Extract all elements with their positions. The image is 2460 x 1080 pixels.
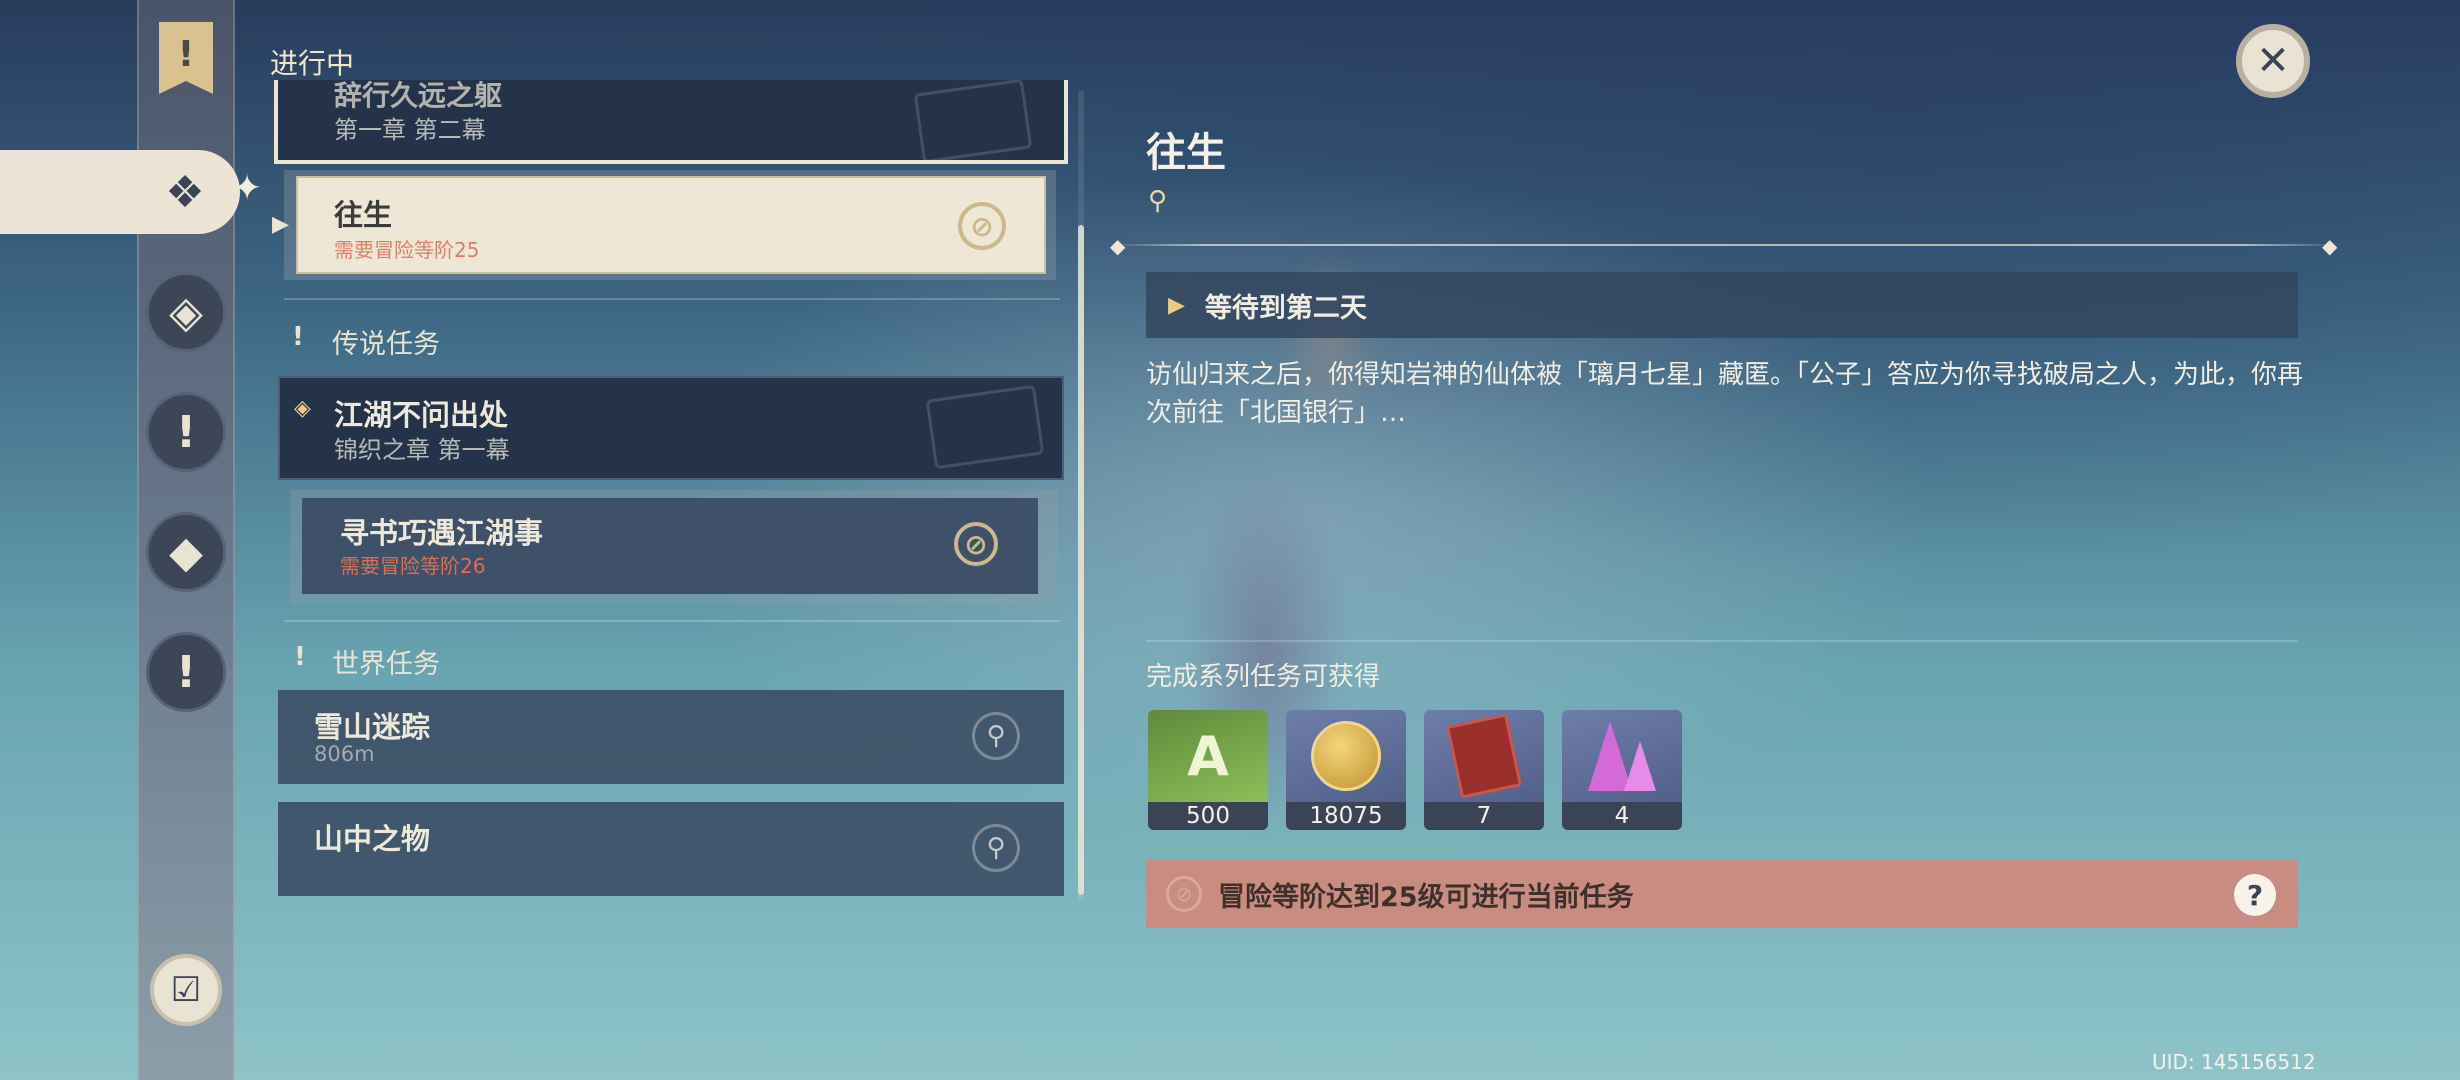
quest-step-title: 往生 xyxy=(334,198,393,232)
reward-item[interactable]: 18075 xyxy=(1286,710,1406,830)
quest-chapter: 锦织之章 第一幕 xyxy=(334,436,510,464)
current-step-bar: ▶ 等待到第二天 xyxy=(1146,272,2298,338)
chapter-emblem-icon xyxy=(913,80,1033,160)
locked-icon: ⊘ xyxy=(954,522,998,566)
reward-count: 500 xyxy=(1148,802,1268,830)
background-glow xyxy=(1250,200,1410,480)
quest-step-title: 寻书巧遇江湖事 xyxy=(340,516,544,550)
quest-description: 访仙归来之后，你得知岩神的仙体被「璃月七星」藏匿。「公子」答应为你寻找破局之人，… xyxy=(1146,360,2304,428)
selected-arrow-icon: ▶ xyxy=(272,212,289,237)
reward-count: 4 xyxy=(1562,802,1682,830)
tracked-quest-icon: ◈ xyxy=(294,396,311,421)
legend-section-icon: ! xyxy=(292,322,304,352)
close-button[interactable]: ✕ xyxy=(2236,24,2310,98)
chapter-emblem-icon xyxy=(925,384,1045,470)
quest-checklist-icon: ☑ xyxy=(170,970,202,1010)
quest-title: 雪山迷踪 xyxy=(314,710,431,744)
current-step-text: 等待到第二天 xyxy=(1204,292,1367,324)
story-quest-icon: ◈ xyxy=(169,286,203,338)
tab-story-quests[interactable]: ◈ xyxy=(146,272,226,352)
legend-quest-icon: ! xyxy=(175,406,197,458)
quest-checklist-button[interactable]: ☑ xyxy=(150,954,222,1026)
quest-card-world-1[interactable]: 雪山迷踪 806m ⚲ xyxy=(278,690,1064,784)
reward-divider xyxy=(1146,640,2298,642)
enhancement-crystal-icon xyxy=(1562,710,1682,802)
adventure-exp-icon: A xyxy=(1148,710,1268,802)
ornament-divider xyxy=(1110,244,2340,246)
ornament-right-icon: ◆ xyxy=(2322,234,2338,258)
ornament-left-icon: ◆ xyxy=(1110,234,1126,258)
tab-legend-quests[interactable]: ! xyxy=(146,392,226,472)
map-pin-icon[interactable]: ⚲ xyxy=(972,712,1020,760)
list-divider xyxy=(284,298,1060,300)
tab-world-quests[interactable]: ◆ xyxy=(146,512,226,592)
quest-card-world-2[interactable]: 山中之物 ⚲ xyxy=(278,802,1064,896)
world-section-icon: ! xyxy=(294,642,306,672)
world-quest-icon: ◆ xyxy=(169,526,203,578)
reward-item[interactable]: 4 xyxy=(1562,710,1682,830)
list-divider xyxy=(284,620,1060,622)
level-requirement-warning: ⊘ 冒险等阶达到25级可进行当前任务 xyxy=(1146,860,2298,928)
tab-commission-quests[interactable]: ! xyxy=(146,632,226,712)
quest-step-wangsheng[interactable]: 往生 需要冒险等阶25 ⊘ xyxy=(296,176,1046,274)
quest-title: 江湖不问出处 xyxy=(334,398,509,432)
quest-chapter: 第一章 第二幕 xyxy=(334,116,486,144)
world-section-header: 世界任务 xyxy=(332,649,440,680)
commission-quest-icon: ! xyxy=(175,646,197,698)
prohibited-icon: ⊘ xyxy=(1166,876,1202,912)
quest-list-scroll-thumb[interactable] xyxy=(1078,225,1084,895)
reward-count: 7 xyxy=(1424,802,1544,830)
quest-title: 山中之物 xyxy=(314,822,431,856)
close-icon: ✕ xyxy=(2256,38,2290,84)
archon-quest-icon: ❖ xyxy=(165,166,205,218)
locked-icon: ⊘ xyxy=(958,202,1006,250)
quest-step-requirement: 需要冒险等阶26 xyxy=(340,554,486,578)
in-progress-header: 进行中 xyxy=(270,47,355,80)
mora-coin-icon xyxy=(1286,710,1406,802)
quest-card-legend[interactable]: ◈ 江湖不问出处 锦织之章 第一幕 xyxy=(278,376,1064,480)
reward-label: 完成系列任务可获得 xyxy=(1146,662,1381,692)
reward-item[interactable]: A 500 xyxy=(1148,710,1268,830)
player-uid: UID: 145156512 xyxy=(2152,1050,2316,1074)
quest-card-archon[interactable]: 辞行久远之躯 第一章 第二幕 xyxy=(274,80,1068,164)
reward-count: 18075 xyxy=(1286,802,1406,830)
heros-wit-book-icon xyxy=(1424,710,1544,802)
quest-step-xunshu[interactable]: 寻书巧遇江湖事 需要冒险等阶26 ⊘ xyxy=(302,498,1038,594)
quest-distance: 806m xyxy=(314,742,375,766)
reward-item[interactable]: 7 xyxy=(1424,710,1544,830)
quest-title: 辞行久远之躯 xyxy=(334,80,503,112)
sparkle-icon: ✦ xyxy=(232,168,263,209)
quest-step-requirement: 需要冒险等阶25 xyxy=(334,238,480,262)
help-button[interactable]: ? xyxy=(2234,874,2276,916)
map-pin-icon[interactable]: ⚲ xyxy=(1148,186,1167,216)
legend-section-header: 传说任务 xyxy=(332,329,440,360)
map-pin-icon[interactable]: ⚲ xyxy=(972,824,1020,872)
warning-text: 冒险等阶达到25级可进行当前任务 xyxy=(1218,881,1634,913)
step-arrow-icon: ▶ xyxy=(1168,292,1185,318)
detail-quest-title: 往生 xyxy=(1146,130,1226,176)
